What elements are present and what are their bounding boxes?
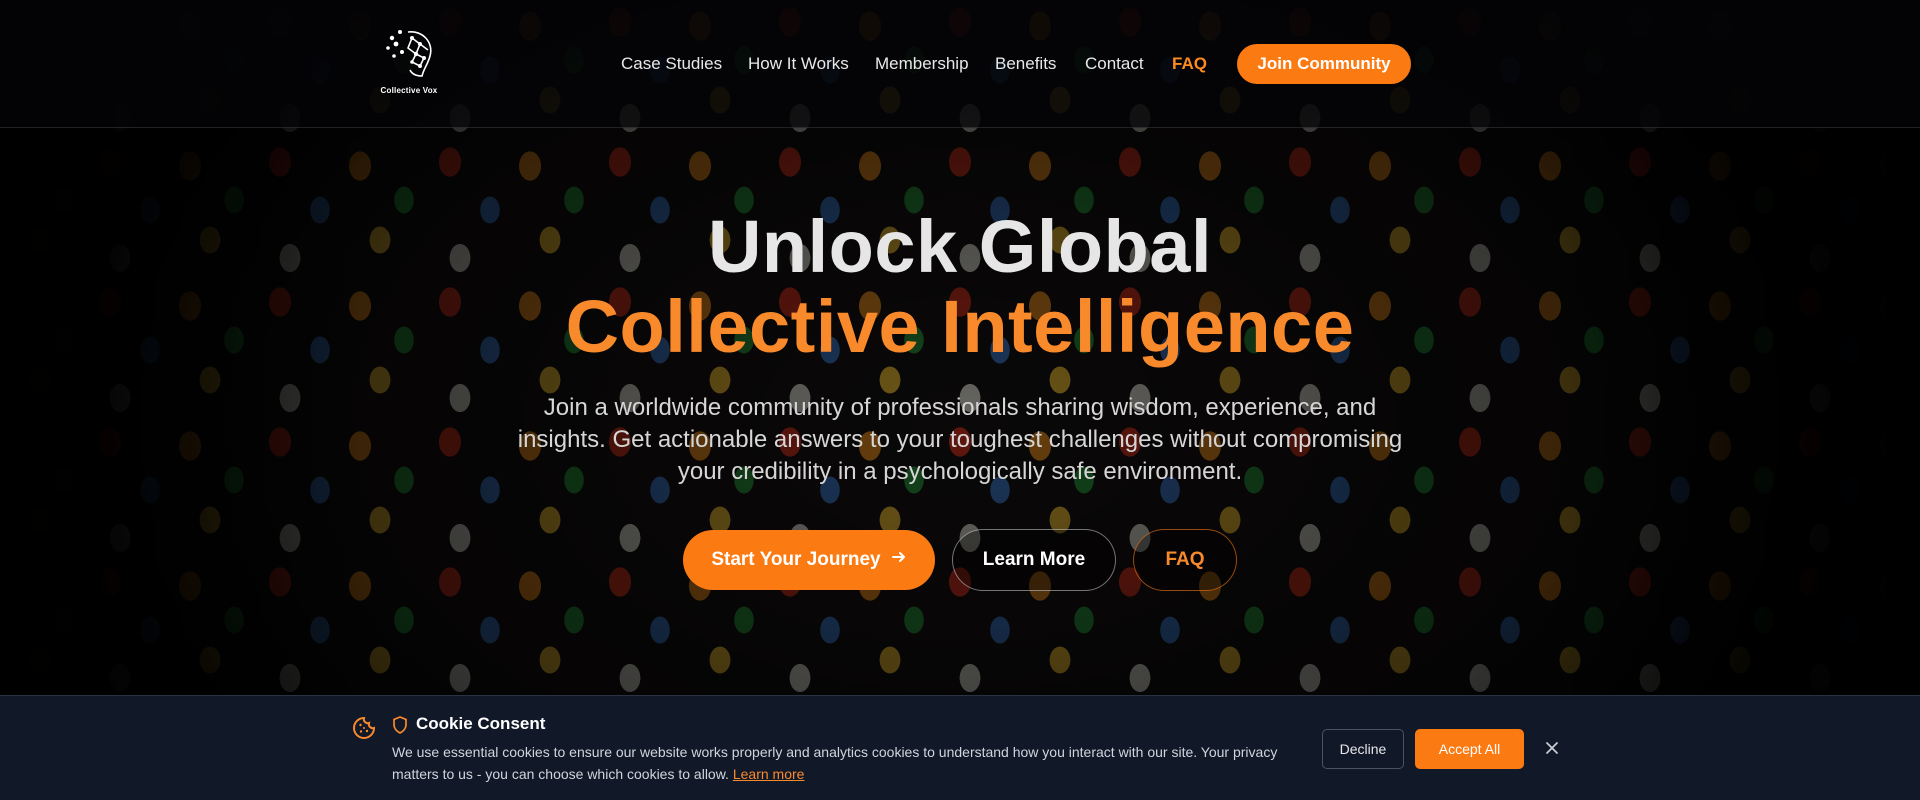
nav-item-case-studies[interactable]: Case Studies bbox=[621, 54, 722, 74]
cookie-description-text: We use essential cookies to ensure our w… bbox=[392, 744, 1278, 782]
faq-button[interactable]: FAQ bbox=[1133, 529, 1237, 591]
cookie-icon bbox=[352, 716, 376, 745]
site-header: Collective Vox Case Studies How It Works… bbox=[0, 0, 1920, 128]
nav-item-contact[interactable]: Contact bbox=[1085, 54, 1144, 74]
logo-text: Collective Vox bbox=[380, 86, 438, 95]
cookie-title: Cookie Consent bbox=[416, 714, 546, 733]
hero-subtitle: Join a worldwide community of profession… bbox=[517, 394, 1403, 485]
close-icon[interactable] bbox=[1542, 738, 1562, 758]
accept-all-button[interactable]: Accept All bbox=[1415, 729, 1524, 769]
hero-title-line1: Unlock Global bbox=[707, 205, 1212, 288]
arrow-right-icon bbox=[891, 530, 907, 590]
nav-item-benefits[interactable]: Benefits bbox=[995, 54, 1056, 74]
start-journey-button[interactable]: Start Your Journey bbox=[683, 530, 935, 590]
logo[interactable]: Collective Vox bbox=[378, 26, 440, 96]
nav-item-how-it-works[interactable]: How It Works bbox=[748, 54, 849, 74]
cookie-consent-banner: Cookie Consent We use essential cookies … bbox=[0, 695, 1920, 800]
hero-title-line2: Collective Intelligence bbox=[565, 285, 1355, 368]
cookie-learn-more-link[interactable]: Learn more bbox=[733, 766, 805, 782]
decline-button[interactable]: Decline bbox=[1322, 729, 1404, 769]
cookie-description: We use essential cookies to ensure our w… bbox=[392, 741, 1292, 785]
start-journey-label: Start Your Journey bbox=[711, 549, 881, 571]
nav-item-membership[interactable]: Membership bbox=[875, 54, 969, 74]
logo-icon bbox=[386, 30, 432, 77]
nav-item-faq[interactable]: FAQ bbox=[1172, 54, 1207, 74]
learn-more-button[interactable]: Learn More bbox=[952, 529, 1116, 591]
shield-icon bbox=[392, 716, 408, 739]
join-community-button[interactable]: Join Community bbox=[1237, 44, 1411, 84]
